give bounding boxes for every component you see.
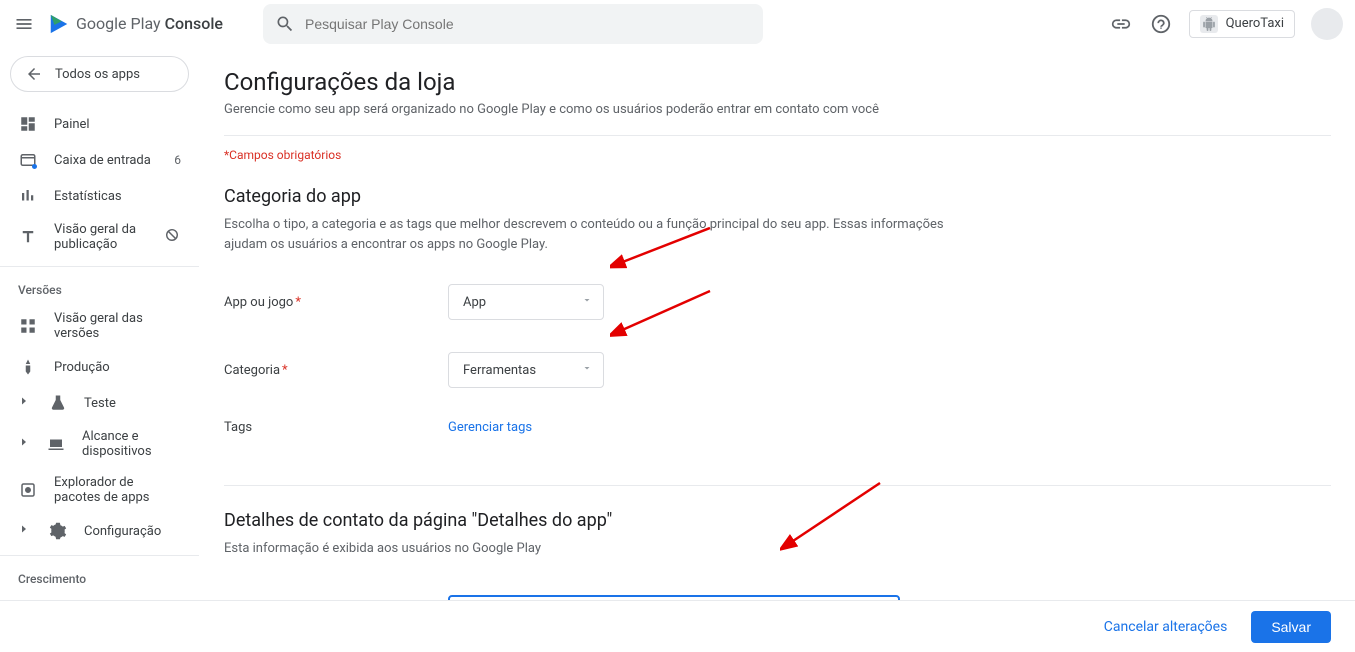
- divider: [224, 135, 1331, 136]
- app-or-game-label: App ou jogo*: [224, 295, 448, 310]
- nav-label: Caixa de entrada: [54, 153, 151, 168]
- section-category-desc: Escolha o tipo, a categoria e as tags qu…: [224, 215, 944, 254]
- inbox-icon: [18, 150, 38, 170]
- strike-icon: [163, 226, 181, 248]
- category-label: Categoria*: [224, 363, 448, 378]
- sidebar-item-store-presence[interactable]: Presença na loja: [0, 592, 199, 600]
- sidebar-item-production[interactable]: Produção: [0, 349, 199, 385]
- divider: [224, 485, 1331, 486]
- footer-bar: Cancelar alterações Salvar: [0, 600, 1355, 652]
- help-icon[interactable]: [1149, 12, 1173, 36]
- nav-label: Painel: [54, 117, 90, 132]
- nav-label: Teste: [84, 396, 116, 411]
- flask-icon: [48, 393, 68, 413]
- sidebar-item-stats[interactable]: Estatísticas: [0, 178, 199, 214]
- hamburger-menu-icon[interactable]: [12, 12, 36, 36]
- caret-down-icon: [581, 294, 593, 310]
- dashboard-icon: [18, 114, 38, 134]
- section-crescimento: Crescimento: [0, 562, 199, 592]
- sidebar: Todos os apps Painel Caixa de entrada 6 …: [0, 48, 200, 600]
- sidebar-item-inbox[interactable]: Caixa de entrada 6: [0, 142, 199, 178]
- user-avatar[interactable]: [1311, 8, 1343, 40]
- app-selector[interactable]: QueroTaxi: [1189, 10, 1295, 38]
- tags-label: Tags: [224, 420, 448, 435]
- rocket-icon: [18, 357, 38, 377]
- back-label: Todos os apps: [55, 67, 140, 82]
- main-content: Configurações da loja Gerencie como seu …: [200, 48, 1355, 600]
- sidebar-item-bundle-explorer[interactable]: Explorador de pacotes de apps: [0, 467, 199, 513]
- section-contact-desc: Esta informação é exibida aos usuários n…: [224, 539, 944, 559]
- play-console-logo-icon: [48, 13, 70, 35]
- gear-icon: [48, 521, 68, 541]
- logo-text: Google Play Console: [76, 14, 223, 33]
- android-icon: [1200, 15, 1218, 33]
- nav-label: Configuração: [84, 524, 161, 539]
- caret-down-icon: [581, 362, 593, 378]
- nav-label: Alcance e dispositivos: [82, 429, 181, 459]
- back-all-apps[interactable]: Todos os apps: [10, 56, 189, 92]
- page-title: Configurações da loja: [224, 68, 1331, 96]
- search-box[interactable]: [263, 4, 763, 44]
- nav-label: Visão geral das versões: [54, 311, 181, 341]
- publish-icon: [18, 227, 38, 247]
- devices-icon: [46, 434, 66, 454]
- sidebar-item-versions-overview[interactable]: Visão geral das versões: [0, 303, 199, 349]
- sidebar-item-setup[interactable]: Configuração: [0, 513, 199, 549]
- select-value: Ferramentas: [463, 363, 536, 378]
- app-or-game-select[interactable]: App: [448, 284, 604, 320]
- section-contact-title: Detalhes de contato da página "Detalhes …: [224, 510, 1331, 531]
- app-header: Google Play Console QueroTaxi: [0, 0, 1355, 48]
- sidebar-item-painel[interactable]: Painel: [0, 106, 199, 142]
- cancel-button[interactable]: Cancelar alterações: [1098, 611, 1234, 643]
- inbox-badge: 6: [174, 153, 181, 167]
- nav-label: Produção: [54, 360, 110, 375]
- stats-icon: [18, 186, 38, 206]
- sidebar-item-reach[interactable]: Alcance e dispositivos: [0, 421, 199, 467]
- save-button[interactable]: Salvar: [1251, 611, 1331, 643]
- select-value: App: [463, 295, 486, 310]
- grid-icon: [18, 316, 38, 336]
- chevron-right-icon: [18, 395, 32, 411]
- category-select[interactable]: Ferramentas: [448, 352, 604, 388]
- arrow-left-icon: [25, 65, 43, 83]
- sidebar-item-testing[interactable]: Teste: [0, 385, 199, 421]
- nav-label: Estatísticas: [54, 189, 122, 204]
- chevron-right-icon: [18, 436, 30, 452]
- chevron-right-icon: [18, 523, 32, 539]
- required-fields-note: *Campos obrigatórios: [224, 148, 1331, 162]
- page-subtitle: Gerencie como seu app será organizado no…: [224, 102, 1331, 117]
- search-icon: [275, 14, 295, 34]
- package-icon: [18, 480, 38, 500]
- link-icon[interactable]: [1109, 12, 1133, 36]
- manage-tags-link[interactable]: Gerenciar tags: [448, 420, 532, 435]
- section-category-title: Categoria do app: [224, 186, 1331, 207]
- header-actions: QueroTaxi: [1109, 8, 1343, 40]
- sidebar-item-publishing[interactable]: Visão geral da publicação: [0, 214, 199, 260]
- nav-label: Explorador de pacotes de apps: [54, 475, 181, 505]
- search-input[interactable]: [305, 16, 751, 32]
- section-versoes: Versões: [0, 273, 199, 303]
- app-name: QueroTaxi: [1226, 16, 1284, 31]
- logo[interactable]: Google Play Console: [48, 13, 223, 35]
- nav-label: Visão geral da publicação: [54, 222, 147, 252]
